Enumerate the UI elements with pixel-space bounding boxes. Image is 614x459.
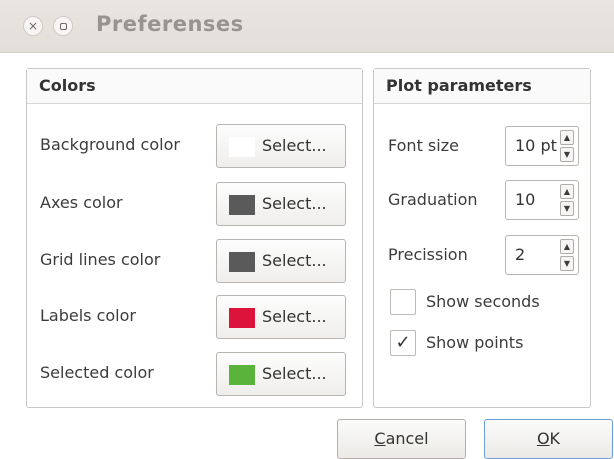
axes-color-select-button[interactable]: Select... bbox=[216, 182, 346, 226]
font-size-label: Font size bbox=[388, 136, 459, 155]
precission-value: 2 bbox=[515, 245, 526, 264]
precission-decrement-icon[interactable]: ▼ bbox=[560, 256, 574, 271]
plot-parameters-group-title: Plot parameters bbox=[374, 69, 590, 104]
show-seconds-checkbox[interactable] bbox=[390, 289, 416, 315]
labels-color-select-button[interactable]: Select... bbox=[216, 295, 346, 339]
selected-color-select-button[interactable]: Select... bbox=[216, 352, 346, 396]
background-color-label: Background color bbox=[40, 135, 180, 154]
font-size-increment-icon[interactable]: ▲ bbox=[560, 130, 574, 145]
labels-color-swatch bbox=[229, 308, 255, 328]
graduation-label: Graduation bbox=[388, 190, 478, 209]
graduation-increment-icon[interactable]: ▲ bbox=[560, 184, 574, 199]
grid-lines-color-select-button[interactable]: Select... bbox=[216, 239, 346, 283]
axes-color-label: Axes color bbox=[40, 193, 123, 212]
graduation-value: 10 bbox=[515, 190, 536, 209]
grid-lines-color-label: Grid lines color bbox=[40, 250, 161, 269]
colors-group-title: Colors bbox=[27, 69, 362, 104]
cancel-button[interactable]: Cancel bbox=[337, 419, 466, 459]
selected-color-swatch bbox=[229, 365, 255, 385]
plot-parameters-group: Plot parameters Font size 10 pt ▲ ▼ Grad… bbox=[373, 68, 591, 408]
close-window-icon[interactable]: × bbox=[23, 16, 43, 36]
axes-color-swatch bbox=[229, 195, 255, 215]
background-color-select-button[interactable]: Select... bbox=[216, 124, 346, 168]
selected-color-label: Selected color bbox=[40, 363, 154, 382]
background-color-swatch bbox=[229, 137, 255, 157]
precission-label: Precission bbox=[388, 245, 468, 264]
show-points-checkbox[interactable]: ✓ bbox=[390, 330, 416, 356]
labels-color-label: Labels color bbox=[40, 306, 136, 325]
graduation-decrement-icon[interactable]: ▼ bbox=[560, 201, 574, 216]
maximize-window-icon[interactable] bbox=[53, 16, 73, 36]
grid-lines-color-swatch bbox=[229, 252, 255, 272]
title-bar: × Preferenses bbox=[0, 0, 614, 53]
window-title: Preferenses bbox=[96, 12, 244, 36]
font-size-value: 10 pt bbox=[515, 136, 557, 155]
font-size-spinbox[interactable]: 10 pt ▲ ▼ bbox=[505, 126, 579, 166]
graduation-spinbox[interactable]: 10 ▲ ▼ bbox=[505, 180, 579, 220]
show-points-label[interactable]: Show points bbox=[426, 333, 523, 352]
ok-button[interactable]: OK bbox=[484, 419, 613, 459]
font-size-decrement-icon[interactable]: ▼ bbox=[560, 147, 574, 162]
colors-group: Colors Background color Select... Axes c… bbox=[26, 68, 363, 408]
precission-spinbox[interactable]: 2 ▲ ▼ bbox=[505, 235, 579, 275]
show-seconds-label[interactable]: Show seconds bbox=[426, 292, 540, 311]
precission-increment-icon[interactable]: ▲ bbox=[560, 239, 574, 254]
